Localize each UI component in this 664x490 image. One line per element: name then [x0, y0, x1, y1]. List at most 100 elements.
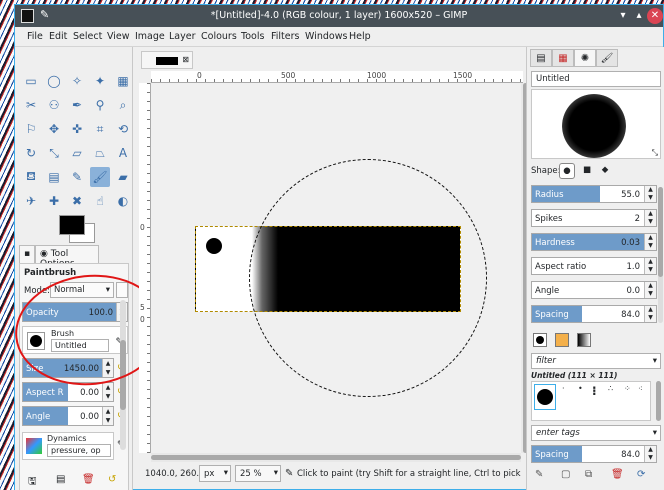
mode-reset-button[interactable]	[116, 282, 128, 298]
airbrush-icon[interactable]: ✈	[21, 191, 41, 211]
tab-channels[interactable]: ▦	[552, 49, 574, 67]
duplicate-brush-icon[interactable]: ⧉	[585, 469, 592, 480]
tool-options-scrollbar[interactable]	[120, 300, 126, 450]
dodge-burn-icon[interactable]: ◐	[113, 191, 133, 211]
menu-edit[interactable]: Edit	[49, 31, 67, 42]
delete-brush-icon[interactable]: 🗑	[611, 469, 624, 480]
dynamics-input[interactable]: pressure, op	[47, 444, 111, 457]
measure-icon[interactable]: ⚐	[21, 119, 41, 139]
brush-cell[interactable]: ⁘	[624, 384, 638, 402]
shape-circle-button[interactable]: ●	[559, 163, 575, 179]
scale-icon[interactable]: ⤡	[44, 143, 64, 163]
color-picker-icon[interactable]: ⚲	[90, 95, 110, 115]
delete-options-icon[interactable]: 🗑	[82, 474, 95, 485]
minimize-button[interactable]: ▾	[615, 8, 631, 24]
mode-select[interactable]: Normal ▾	[50, 282, 114, 298]
refresh-brushes-icon[interactable]: ⟳	[637, 469, 645, 480]
menu-help[interactable]: Help	[349, 31, 371, 42]
unified-transform-icon[interactable]: ⟲	[113, 119, 133, 139]
zoom-icon[interactable]: ⌕	[113, 95, 133, 115]
fuzzy-select-icon[interactable]: ✦	[90, 71, 110, 91]
unit-select[interactable]: px ▾	[199, 465, 231, 482]
aspect-ratio-spinner[interactable]: ▲ ▼	[644, 258, 656, 274]
maximize-button[interactable]: ▴	[631, 8, 647, 24]
shape-diamond-button[interactable]: ◆	[597, 163, 613, 179]
brush-name-field[interactable]: Untitled	[531, 71, 661, 87]
size-slider[interactable]: Size 1450.00 ▲ ▼	[22, 358, 114, 378]
pencil-icon[interactable]: ✎	[67, 167, 87, 187]
angle-slider[interactable]: Angle 0.0 ▲ ▼	[531, 281, 657, 299]
angle-spinner[interactable]: ▲ ▼	[102, 407, 113, 425]
spacing-spinner[interactable]: ▲ ▼	[644, 446, 656, 462]
aspect-ratio-slider[interactable]: Aspect R 0.00 ▲ ▼	[22, 382, 114, 402]
tab-brush-editor[interactable]: ✺	[574, 49, 596, 67]
menu-tools[interactable]: Tools	[241, 31, 264, 42]
menu-file[interactable]: File	[27, 31, 43, 42]
tab-paint-dynamics[interactable]: 🖌	[596, 49, 618, 67]
zoom-select[interactable]: 25 % ▾	[235, 465, 281, 482]
resize-grip-icon[interactable]: ⤡	[652, 148, 658, 158]
free-select-icon[interactable]: ✧	[67, 71, 87, 91]
paintbrush-icon[interactable]: 🖌	[90, 167, 110, 187]
crop-icon[interactable]: ⌗	[90, 119, 110, 139]
close-image-icon[interactable]: ⊠	[182, 55, 189, 64]
text-icon[interactable]: A	[113, 143, 133, 163]
close-button[interactable]: ✕	[647, 8, 663, 24]
brush-cell[interactable]: ·	[562, 384, 576, 402]
dynamics-icon[interactable]	[26, 438, 42, 454]
spikes-slider[interactable]: Spikes 2 ▲ ▼	[531, 209, 657, 227]
opacity-slider[interactable]: Opacity 100.0 ▲▼	[22, 302, 128, 322]
brush-thumb[interactable]	[27, 332, 45, 350]
horizontal-ruler[interactable]: 0 500 1000 1500	[151, 71, 523, 83]
aspect-ratio-slider[interactable]: Aspect ratio 1.0 ▲ ▼	[531, 257, 657, 275]
hardness-spinner[interactable]: ▲ ▼	[644, 234, 656, 250]
heal-icon[interactable]: ✖	[67, 191, 87, 211]
align-icon[interactable]: ✜	[67, 119, 87, 139]
scissors-icon[interactable]: ✂	[21, 95, 41, 115]
clone-icon[interactable]: ✚	[44, 191, 64, 211]
brush-grid[interactable]: · • ⁝ ∴ ⁘ ⁖	[531, 381, 651, 421]
tab-tool-options[interactable]: ◉ Tool Options	[35, 245, 99, 269]
hardness-slider[interactable]: Hardness 0.03 ▲ ▼	[531, 233, 657, 251]
menu-windows[interactable]: Windows	[305, 31, 347, 42]
spikes-spinner[interactable]: ▲ ▼	[644, 210, 656, 226]
rect-select-icon[interactable]: ▭	[21, 71, 41, 91]
tab-brushes[interactable]	[533, 333, 547, 347]
brush-cell[interactable]: ⁝	[592, 384, 606, 402]
brush-chooser[interactable]: Brush Untitled ✎	[22, 326, 128, 354]
brush-cell[interactable]: ∴	[608, 384, 622, 402]
brushes-spacing-slider[interactable]: Spacing 84.0 ▲ ▼	[531, 445, 657, 463]
menu-layer[interactable]: Layer	[169, 31, 196, 42]
shear-icon[interactable]: ▱	[67, 143, 87, 163]
smudge-icon[interactable]: ☝	[90, 191, 110, 211]
horizontal-scroll-thumb[interactable]	[151, 455, 521, 460]
move-icon[interactable]: ✥	[44, 119, 64, 139]
eraser-icon[interactable]: ▰	[113, 167, 133, 187]
spacing-slider[interactable]: Spacing 84.0 ▲ ▼	[531, 305, 657, 323]
image-viewport[interactable]: ➤	[151, 83, 521, 453]
foreground-color-swatch[interactable]	[59, 215, 85, 235]
spacing-spinner[interactable]: ▲ ▼	[644, 306, 656, 322]
select-by-color-icon[interactable]: ▦	[113, 71, 133, 91]
brush-editor-scrollbar[interactable]	[658, 187, 663, 323]
paths-icon[interactable]: ✒	[67, 95, 87, 115]
reset-options-icon[interactable]: ↺	[108, 474, 116, 485]
angle-spinner[interactable]: ▲ ▼	[644, 282, 656, 298]
menu-image[interactable]: Image	[135, 31, 165, 42]
brush-cell[interactable]: ⁖	[638, 384, 650, 402]
menu-view[interactable]: View	[107, 31, 130, 42]
brush-name-input[interactable]: Untitled	[51, 339, 109, 352]
tool-options-scroll-thumb[interactable]	[120, 340, 126, 410]
tab-gradients[interactable]	[577, 333, 591, 347]
angle-slider[interactable]: Angle 0.00 ▲ ▼	[22, 406, 114, 426]
gradient-icon[interactable]: ▤	[44, 167, 64, 187]
ellipse-select-icon[interactable]: ◯	[44, 71, 64, 91]
fg-bg-colors[interactable]	[55, 215, 99, 245]
brush-filter-input[interactable]: filter ▾	[531, 353, 661, 369]
bucket-fill-icon[interactable]: ⛾	[21, 167, 41, 187]
brush-cell[interactable]: •	[578, 384, 592, 402]
tab-patterns[interactable]	[555, 333, 569, 347]
edit-brush-icon[interactable]: ✎	[535, 469, 543, 480]
menu-colours[interactable]: Colours	[201, 31, 237, 42]
new-brush-icon[interactable]: ▢	[561, 469, 570, 480]
